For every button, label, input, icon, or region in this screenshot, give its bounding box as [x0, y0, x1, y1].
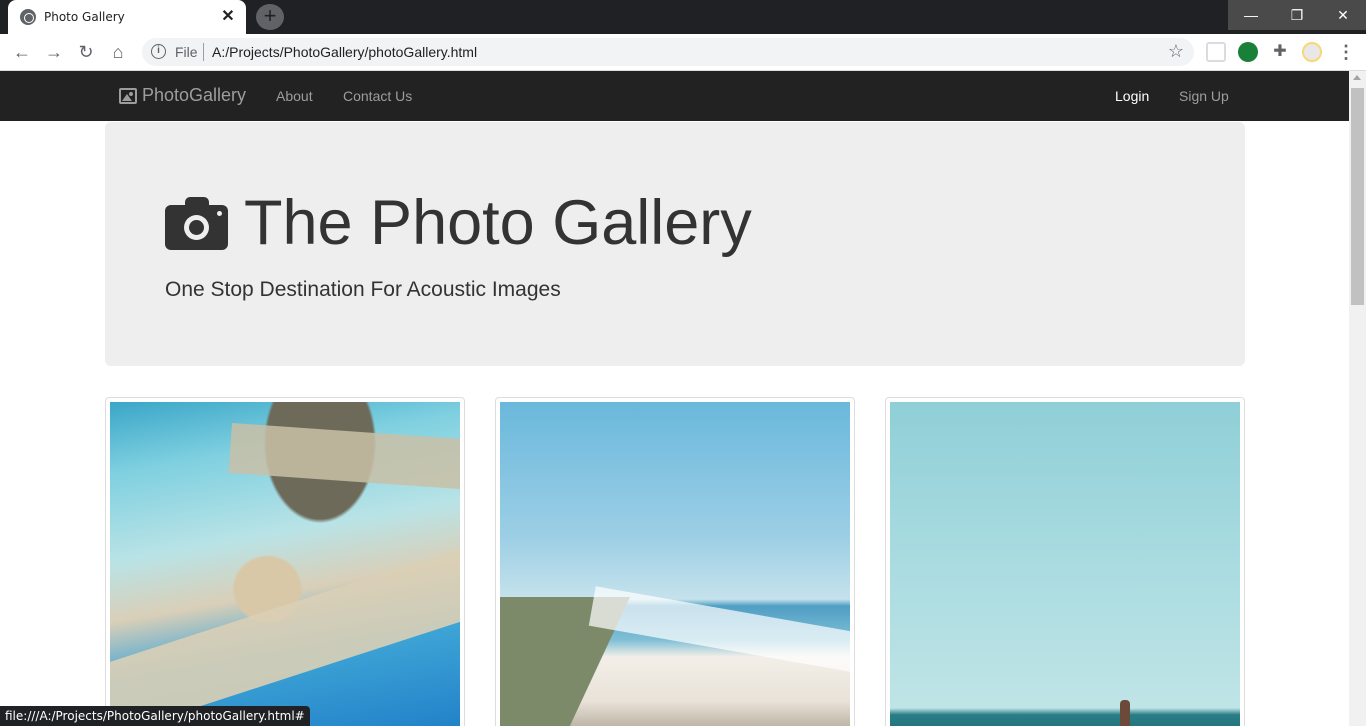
sky-sea-photo — [890, 402, 1240, 726]
browser-tab[interactable]: Photo Gallery ✕ — [8, 0, 246, 34]
url-scheme: File — [175, 44, 198, 60]
close-window-button[interactable]: ✕ — [1320, 0, 1366, 30]
url-text[interactable]: A:/Projects/PhotoGallery/photoGallery.ht… — [212, 44, 477, 60]
back-arrow-icon[interactable]: ← — [11, 41, 33, 63]
address-separator — [203, 43, 204, 61]
page-viewport: PhotoGallery About Contact Us Login Sign… — [0, 71, 1349, 726]
address-bar[interactable]: i File A:/Projects/PhotoGallery/photoGal… — [142, 38, 1194, 66]
picture-icon — [119, 87, 137, 104]
restore-button[interactable]: ❐ — [1274, 0, 1320, 30]
menu-kebab-icon[interactable]: ⋮ — [1336, 42, 1356, 62]
forward-arrow-icon[interactable]: → — [43, 41, 65, 63]
site-navbar: PhotoGallery About Contact Us Login Sign… — [0, 71, 1349, 121]
profile-avatar[interactable] — [1302, 42, 1322, 62]
scrollbar-thumb[interactable] — [1351, 88, 1364, 305]
reload-icon[interactable]: ↻ — [75, 41, 97, 63]
new-tab-button[interactable]: + — [256, 4, 284, 30]
gallery-thumbnail[interactable] — [495, 397, 855, 726]
extension-icon[interactable] — [1206, 42, 1226, 62]
status-bar: file:///A:/Projects/PhotoGallery/photoGa… — [0, 706, 310, 726]
coastline-photo — [500, 402, 850, 726]
browser-title-bar: Photo Gallery ✕ + — ❐ ✕ — [0, 0, 1366, 34]
browser-toolbar: ← → ↻ ⌂ i File A:/Projects/PhotoGallery/… — [0, 34, 1366, 71]
brand-label: PhotoGallery — [142, 85, 247, 105]
beach-lagoon-photo — [110, 402, 460, 726]
camera-icon — [165, 197, 228, 250]
nav-login[interactable]: Login — [1115, 88, 1149, 104]
close-tab-icon[interactable]: ✕ — [220, 9, 236, 25]
bookmark-star-icon[interactable]: ☆ — [1168, 41, 1184, 62]
extension-shield-icon[interactable] — [1238, 42, 1258, 62]
scroll-up-icon[interactable] — [1353, 75, 1361, 80]
gallery-thumbnail[interactable] — [105, 397, 465, 726]
hero-jumbotron: The Photo Gallery One Stop Destination F… — [105, 122, 1245, 366]
hero-tagline: One Stop Destination For Acoustic Images — [165, 278, 561, 301]
minimize-button[interactable]: — — [1228, 0, 1274, 30]
nav-sign-up[interactable]: Sign Up — [1179, 88, 1229, 104]
info-icon[interactable]: i — [151, 44, 166, 59]
page-title: The Photo Gallery — [244, 188, 752, 258]
gallery-thumbnail[interactable] — [885, 397, 1245, 726]
page-scrollbar[interactable] — [1349, 71, 1366, 726]
nav-about[interactable]: About — [276, 88, 313, 104]
hero-heading: The Photo Gallery — [165, 192, 752, 255]
home-icon[interactable]: ⌂ — [107, 41, 129, 63]
puzzle-icon[interactable]: ✚ — [1270, 42, 1290, 62]
brand-link[interactable]: PhotoGallery — [119, 85, 246, 106]
globe-icon — [20, 9, 36, 25]
nav-contact-us[interactable]: Contact Us — [343, 88, 412, 104]
tab-title: Photo Gallery — [44, 10, 125, 24]
